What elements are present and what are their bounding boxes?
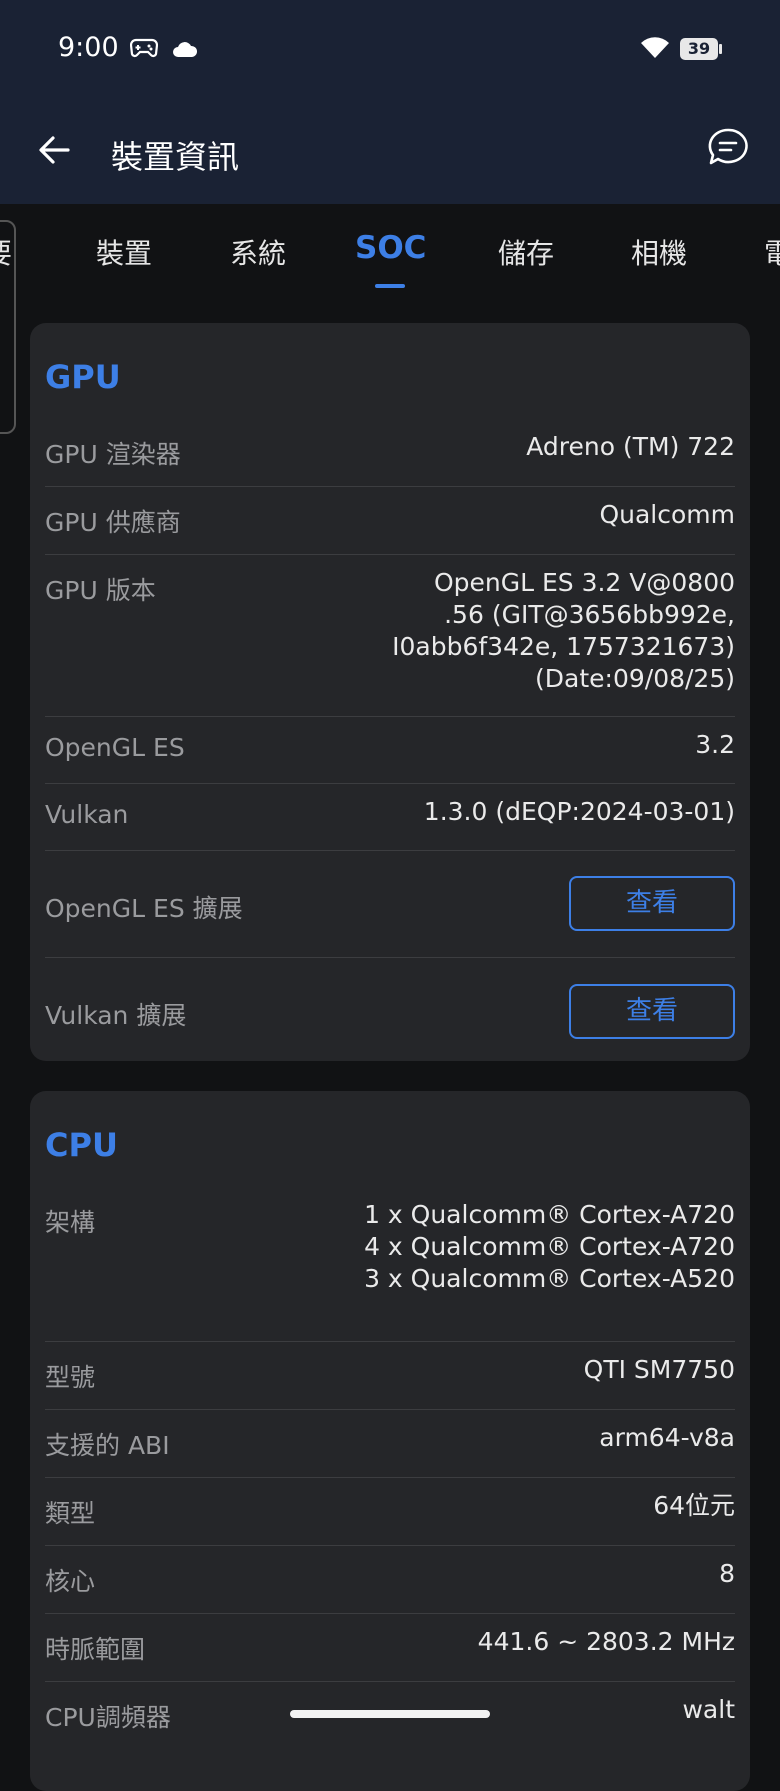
cloud-icon bbox=[173, 42, 198, 57]
tab-device[interactable]: 裝置 bbox=[96, 232, 152, 272]
gpu-card: GPU GPU 渲染器 Adreno (TM) 722 GPU 供應商 Qual… bbox=[30, 323, 750, 1061]
status-time: 9:00 bbox=[58, 32, 119, 63]
battery-icon: 39 bbox=[680, 38, 718, 60]
row-label: Vulkan bbox=[45, 800, 129, 829]
row-label: GPU 供應商 bbox=[45, 508, 181, 537]
page-title: 裝置資訊 bbox=[111, 138, 240, 176]
gpu-renderer-row: GPU 渲染器 Adreno (TM) 722 bbox=[45, 419, 735, 487]
wifi-icon bbox=[641, 37, 669, 58]
gpu-card-title: GPU bbox=[45, 358, 121, 396]
tab-camera[interactable]: 相機 bbox=[631, 232, 687, 272]
row-value: arm64-v8a bbox=[599, 1423, 735, 1452]
architecture-row: 架構 1 x Qualcomm® Cortex-A720 4 x Qualcom… bbox=[45, 1187, 735, 1342]
gpu-version-row: GPU 版本 OpenGL ES 3.2 V@0800 .56 (GIT@365… bbox=[45, 555, 735, 717]
row-value: QTI SM7750 bbox=[583, 1355, 735, 1384]
row-value: walt bbox=[682, 1695, 735, 1724]
status-bar: 9:00 39 bbox=[0, 0, 780, 100]
model-row: 型號 QTI SM7750 bbox=[45, 1342, 735, 1410]
active-tab-indicator bbox=[375, 284, 405, 288]
vulkan-extensions-row: Vulkan 擴展 查看 bbox=[45, 958, 735, 1061]
row-label: 類型 bbox=[45, 1499, 96, 1528]
row-label: 架構 bbox=[45, 1208, 96, 1237]
row-label: 時脈範圍 bbox=[45, 1635, 146, 1664]
clock-range-row: 時脈範圍 441.6 ~ 2803.2 MHz bbox=[45, 1614, 735, 1682]
side-panel-edge bbox=[0, 220, 16, 434]
gamepad-icon bbox=[130, 38, 158, 58]
tab-storage[interactable]: 儲存 bbox=[498, 232, 554, 272]
battery-tip bbox=[719, 44, 722, 54]
row-value: 441.6 ~ 2803.2 MHz bbox=[477, 1627, 735, 1656]
view-opengl-extensions-button[interactable]: 查看 bbox=[569, 876, 735, 931]
row-value: Adreno (TM) 722 bbox=[526, 432, 735, 461]
tab-soc[interactable]: SOC bbox=[355, 230, 426, 266]
row-label: GPU 渲染器 bbox=[45, 440, 181, 469]
tab-system[interactable]: 系統 bbox=[230, 232, 286, 272]
view-vulkan-extensions-button[interactable]: 查看 bbox=[569, 984, 735, 1039]
feedback-icon[interactable] bbox=[706, 126, 750, 170]
back-arrow-icon[interactable] bbox=[34, 130, 74, 170]
cpu-card: CPU 架構 1 x Qualcomm® Cortex-A720 4 x Qua… bbox=[30, 1091, 750, 1791]
row-label: 核心 bbox=[45, 1567, 96, 1596]
row-label: OpenGL ES bbox=[45, 733, 185, 762]
row-label: Vulkan 擴展 bbox=[45, 1001, 187, 1030]
row-value: 1.3.0 (dEQP:2024-03-01) bbox=[423, 797, 735, 826]
row-value: 8 bbox=[719, 1559, 735, 1588]
battery-level: 39 bbox=[687, 39, 711, 58]
vulkan-row: Vulkan 1.3.0 (dEQP:2024-03-01) bbox=[45, 784, 735, 851]
row-label: 型號 bbox=[45, 1363, 96, 1392]
tab-battery[interactable]: 電 bbox=[764, 232, 780, 272]
row-label: OpenGL ES 擴展 bbox=[45, 894, 243, 923]
cpu-card-title: CPU bbox=[45, 1126, 118, 1164]
type-row: 類型 64位元 bbox=[45, 1478, 735, 1546]
gpu-vendor-row: GPU 供應商 Qualcomm bbox=[45, 487, 735, 555]
row-value: 64位元 bbox=[653, 1491, 735, 1520]
tab-bar: 要 裝置 系統 SOC 儲存 相機 電 bbox=[0, 204, 780, 292]
opengl-es-row: OpenGL ES 3.2 bbox=[45, 717, 735, 784]
cores-row: 核心 8 bbox=[45, 1546, 735, 1614]
home-indicator[interactable] bbox=[290, 1710, 490, 1718]
app-bar: 裝置資訊 bbox=[0, 100, 780, 204]
supported-abi-row: 支援的 ABI arm64-v8a bbox=[45, 1410, 735, 1478]
opengl-es-extensions-row: OpenGL ES 擴展 查看 bbox=[45, 851, 735, 958]
row-value: 1 x Qualcomm® Cortex-A720 4 x Qualcomm® … bbox=[364, 1200, 735, 1293]
row-label: CPU調頻器 bbox=[45, 1703, 171, 1732]
row-value: Qualcomm bbox=[599, 500, 735, 529]
row-label: 支援的 ABI bbox=[45, 1431, 170, 1460]
row-label: GPU 版本 bbox=[45, 576, 156, 605]
row-value: 3.2 bbox=[695, 730, 735, 759]
row-value: OpenGL ES 3.2 V@0800 .56 (GIT@3656bb992e… bbox=[392, 568, 735, 693]
